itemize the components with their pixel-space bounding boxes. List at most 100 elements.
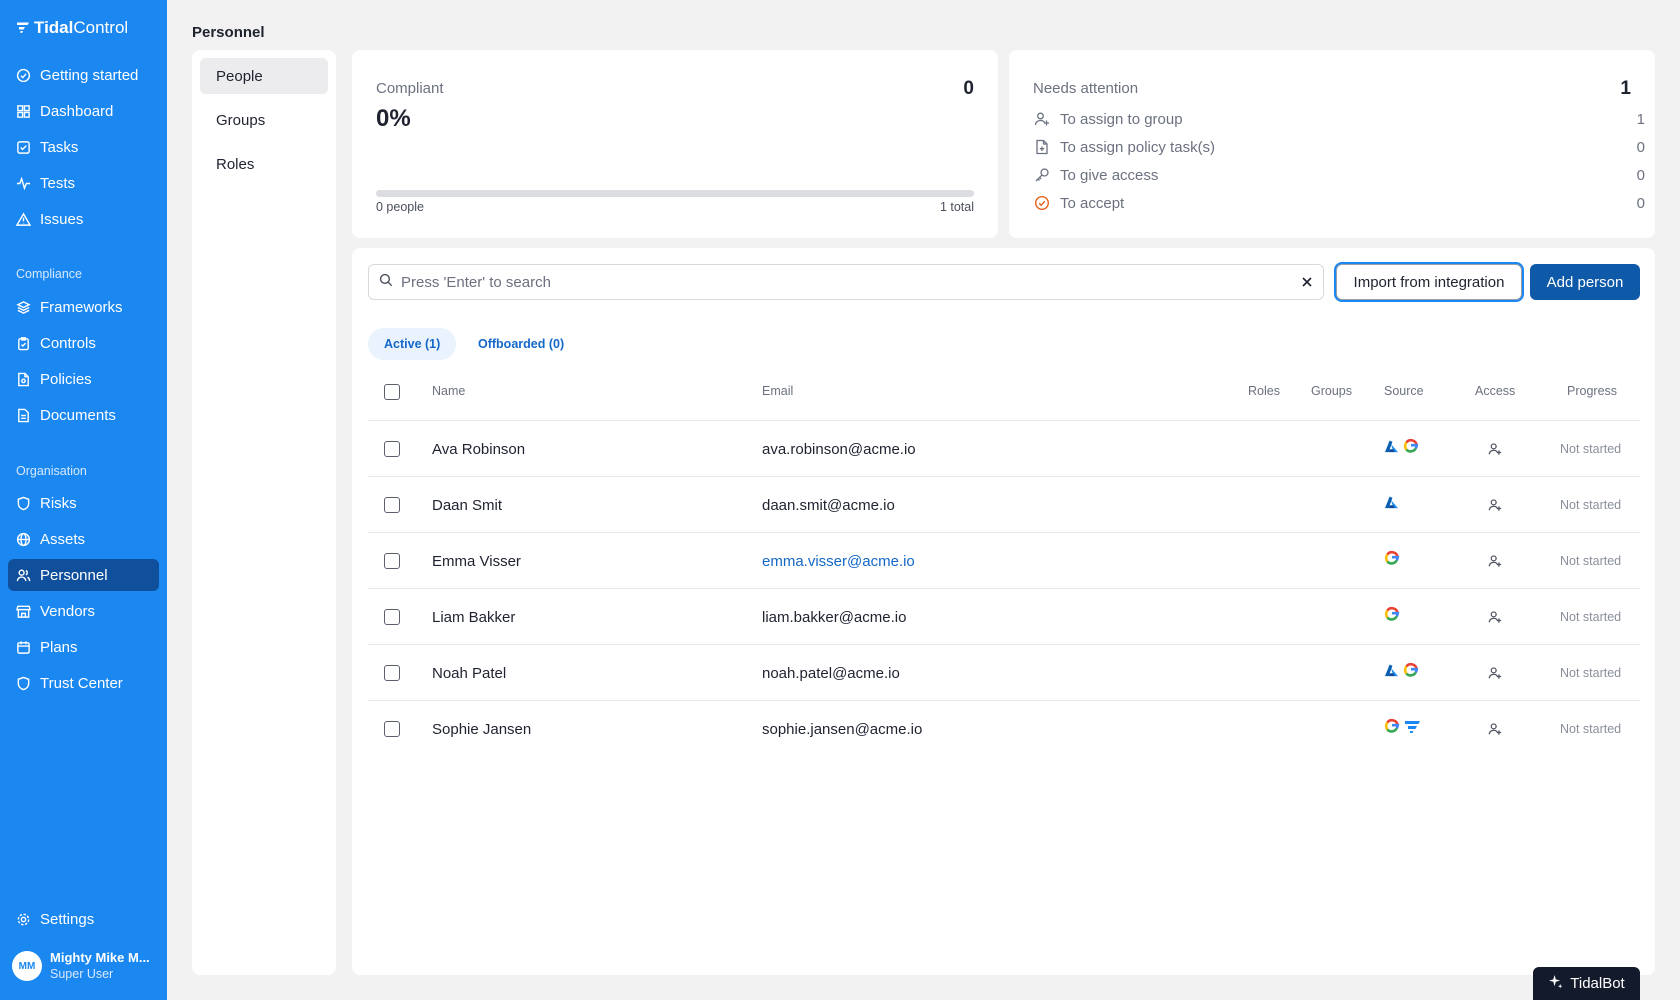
sidebar-item-policies[interactable]: Policies xyxy=(8,363,159,395)
person-name[interactable]: Daan Smit xyxy=(432,477,502,533)
progress-status: Not started xyxy=(1560,442,1622,456)
column-header-access[interactable]: Access xyxy=(1475,384,1515,398)
column-header-email[interactable]: Email xyxy=(762,384,793,398)
table-row[interactable]: Noah Patel noah.patel@acme.io Not started xyxy=(368,644,1640,700)
table-row[interactable]: Ava Robinson ava.robinson@acme.io Not star… xyxy=(368,420,1640,476)
user-name: Mighty Mike M... xyxy=(50,950,150,965)
column-header-progress[interactable]: Progress xyxy=(1567,384,1617,398)
sidebar-item-getting-started[interactable]: Getting started xyxy=(8,59,159,91)
attention-row-assign-group[interactable]: To assign to group 1 xyxy=(1033,110,1645,128)
sidebar-item-label: Issues xyxy=(40,210,84,228)
sidebar-item-issues[interactable]: Issues xyxy=(8,203,159,235)
compliant-label: Compliant xyxy=(376,80,444,97)
tab-offboarded[interactable]: Offboarded (0) xyxy=(462,328,580,360)
sidebar: Tidal Control Getting started Dashboard Tas… xyxy=(0,0,167,1000)
brand-logo[interactable]: Tidal Control xyxy=(16,18,128,38)
sidebar-item-risks[interactable]: Risks xyxy=(8,487,159,519)
subnav-item-groups[interactable]: Groups xyxy=(200,102,328,138)
grant-access-icon[interactable] xyxy=(1488,421,1502,477)
grant-access-icon[interactable] xyxy=(1488,533,1502,589)
grant-access-icon[interactable] xyxy=(1488,477,1502,533)
column-header-roles[interactable]: Roles xyxy=(1248,384,1280,398)
row-checkbox[interactable] xyxy=(384,533,400,589)
sidebar-item-label: Tasks xyxy=(40,138,79,156)
users-icon xyxy=(16,568,31,583)
sidebar-item-tasks[interactable]: Tasks xyxy=(8,131,159,163)
sidebar-item-label: Tests xyxy=(40,174,76,192)
attention-row-label: To give access xyxy=(1060,166,1159,184)
personnel-subnav: People Groups Roles xyxy=(192,50,336,975)
grant-access-icon[interactable] xyxy=(1488,701,1502,757)
grant-access-icon[interactable] xyxy=(1488,645,1502,701)
row-checkbox[interactable] xyxy=(384,645,400,701)
source-icons xyxy=(1384,586,1400,642)
person-name[interactable]: Ava Robinson xyxy=(432,421,525,477)
table-row[interactable]: Daan Smit daan.smit@acme.io Not started xyxy=(368,476,1640,532)
task-icon xyxy=(16,140,31,155)
sidebar-item-trust-center[interactable]: Trust Center xyxy=(8,667,159,699)
clear-search-icon[interactable] xyxy=(1301,276,1313,288)
google-icon xyxy=(1384,606,1400,622)
column-header-groups[interactable]: Groups xyxy=(1311,384,1352,398)
compliant-count: 0 xyxy=(963,78,974,99)
select-all-checkbox[interactable] xyxy=(384,384,400,400)
attention-row-value: 1 xyxy=(1636,110,1645,128)
attention-row-give-access[interactable]: To give access 0 xyxy=(1033,166,1645,184)
subnav-item-people[interactable]: People xyxy=(200,58,328,94)
sidebar-item-personnel[interactable]: Personnel xyxy=(8,559,159,591)
table-row[interactable]: Emma Visser emma.visser@acme.io Not starte… xyxy=(368,532,1640,588)
clipboard-icon xyxy=(16,336,31,351)
sidebar-item-vendors[interactable]: Vendors xyxy=(8,595,159,627)
tidal-logo-icon xyxy=(16,18,30,38)
grant-access-icon[interactable] xyxy=(1488,589,1502,645)
document-icon xyxy=(16,408,31,423)
sidebar-item-label: Controls xyxy=(40,334,96,352)
import-from-integration-button[interactable]: Import from integration xyxy=(1336,264,1522,300)
progress-status: Not started xyxy=(1560,610,1622,624)
column-header-name[interactable]: Name xyxy=(432,384,465,398)
tab-active[interactable]: Active (1) xyxy=(368,328,457,360)
sidebar-item-controls[interactable]: Controls xyxy=(8,327,159,359)
tidal-logo-icon xyxy=(1404,720,1421,733)
subnav-item-roles[interactable]: Roles xyxy=(200,146,328,182)
row-checkbox[interactable] xyxy=(384,701,400,757)
person-name[interactable]: Sophie Jansen xyxy=(432,701,531,757)
table-row[interactable]: Sophie Jansen sophie.jansen@acme.io Not st… xyxy=(368,700,1640,756)
sidebar-item-documents[interactable]: Documents xyxy=(8,399,159,431)
tidalbot-button[interactable]: TidalBot xyxy=(1533,967,1640,1000)
attention-row-label: To accept xyxy=(1060,194,1125,212)
column-header-source[interactable]: Source xyxy=(1384,384,1424,398)
compliant-card: Compliant 0 0% 0 people 1 total xyxy=(352,50,998,238)
person-email: liam.bakker@acme.io xyxy=(762,608,907,626)
attention-row-value: 0 xyxy=(1636,138,1645,156)
needs-attention-label: Needs attention xyxy=(1033,80,1139,97)
row-checkbox[interactable] xyxy=(384,421,400,477)
row-checkbox[interactable] xyxy=(384,477,400,533)
sidebar-item-tests[interactable]: Tests xyxy=(8,167,159,199)
attention-row-policy-tasks[interactable]: To assign policy task(s) 0 xyxy=(1033,138,1645,156)
brand-name-light: Control xyxy=(73,18,129,37)
google-icon xyxy=(1403,662,1419,678)
sidebar-item-frameworks[interactable]: Frameworks xyxy=(8,291,159,323)
globe-icon xyxy=(16,532,31,547)
row-checkbox[interactable] xyxy=(384,589,400,645)
add-person-button[interactable]: Add person xyxy=(1530,264,1640,300)
user-profile[interactable]: MM Mighty Mike M... Super User xyxy=(12,950,150,982)
file-icon xyxy=(16,372,31,387)
sidebar-item-plans[interactable]: Plans xyxy=(8,631,159,663)
attention-row-accept[interactable]: To accept 0 xyxy=(1033,194,1645,212)
person-email[interactable]: emma.visser@acme.io xyxy=(762,533,915,589)
sidebar-item-label: Risks xyxy=(40,494,77,512)
brand-name-bold: Tidal xyxy=(34,18,74,37)
person-name[interactable]: Noah Patel xyxy=(432,645,506,701)
person-email: ava.robinson@acme.io xyxy=(762,440,916,458)
sidebar-item-assets[interactable]: Assets xyxy=(8,523,159,555)
attention-row-value: 0 xyxy=(1636,166,1645,184)
person-name[interactable]: Liam Bakker xyxy=(432,589,515,645)
sidebar-item-settings[interactable]: Settings xyxy=(8,903,159,935)
table-row[interactable]: Liam Bakker liam.bakker@acme.io Not starte… xyxy=(368,588,1640,644)
sidebar-section-compliance: Compliance xyxy=(16,267,83,281)
search-input[interactable] xyxy=(401,273,1301,291)
person-name[interactable]: Emma Visser xyxy=(432,533,521,589)
sidebar-item-dashboard[interactable]: Dashboard xyxy=(8,95,159,127)
